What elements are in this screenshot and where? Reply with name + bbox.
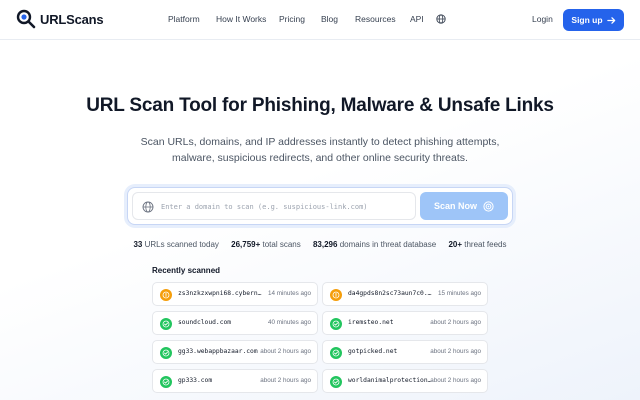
domain-input-wrapper (132, 192, 416, 220)
stat-total-scans: 26,759+ total scans (231, 240, 301, 249)
recent-scan-item[interactable]: gp333.com about 2 hours ago (152, 369, 318, 393)
scan-time: about 2 hours ago (260, 348, 311, 355)
scan-time: about 2 hours ago (260, 377, 311, 384)
safe-check-icon (330, 376, 342, 388)
recent-scan-item[interactable]: zs3nzkzxwpni68.cybernov... 14 minutes ago (152, 282, 318, 306)
stats-bar: 33 URLs scanned today 26,759+ total scan… (0, 240, 640, 249)
recent-scan-item[interactable]: gg33.webappbazaar.com about 2 hours ago (152, 340, 318, 364)
signup-label: Sign up (571, 15, 603, 25)
nav-item-resources[interactable]: Resources (355, 14, 396, 24)
page-title: URL Scan Tool for Phishing, Malware & Un… (86, 95, 554, 116)
recent-scans-heading: Recently scanned (152, 266, 221, 275)
arrow-right-icon (606, 16, 615, 24)
safe-check-icon (160, 347, 172, 359)
page-subtitle: Scan URLs, domains, and IP addresses ins… (140, 136, 500, 164)
scan-time: 15 minutes ago (437, 290, 481, 297)
signup-button[interactable]: Sign up (563, 9, 624, 31)
scan-url: gotpicked.net (348, 348, 398, 355)
top-nav: URLScans Platform How It Works Pricing B… (0, 0, 640, 40)
magnifier-logo-icon (16, 9, 36, 29)
scan-url: zs3nzkzxwpni68.cybernov... (178, 290, 262, 297)
scan-url: worldanimalprotection... (348, 377, 432, 384)
globe-icon[interactable] (436, 14, 446, 24)
stat-threat-feeds: 20+ threat feeds (448, 240, 507, 249)
scan-now-label: Scan Now (433, 201, 477, 211)
nav-item-platform[interactable]: Platform (168, 14, 200, 24)
scan-time: about 2 hours ago (430, 377, 481, 384)
scan-time: about 2 hours ago (430, 319, 481, 326)
nav-item-pricing[interactable]: Pricing (279, 14, 305, 24)
scan-time: 14 minutes ago (267, 290, 311, 297)
scan-time: about 2 hours ago (430, 348, 481, 355)
globe-icon (142, 201, 154, 213)
scan-time: 40 minutes ago (267, 319, 311, 326)
nav-item-blog[interactable]: Blog (321, 14, 338, 24)
scan-url: da4gpds8n2sc73aun7c0.cy... (348, 290, 432, 297)
target-icon (483, 200, 494, 212)
safe-check-icon (330, 318, 342, 330)
nav-item-api[interactable]: API (410, 14, 424, 24)
recent-scan-item[interactable]: gotpicked.net about 2 hours ago (322, 340, 488, 364)
safe-check-icon (330, 347, 342, 359)
scan-form: Scan Now (127, 187, 513, 225)
safe-check-icon (160, 318, 172, 330)
warning-icon (160, 289, 172, 301)
scan-url: soundcloud.com (178, 319, 232, 326)
stat-threat-database: 83,296 domains in threat database (312, 240, 437, 249)
stat-scanned-today: 33 URLs scanned today (133, 240, 219, 249)
recent-scan-item[interactable]: soundcloud.com 40 minutes ago (152, 311, 318, 335)
scan-url: gg33.webappbazaar.com (178, 348, 258, 355)
scan-now-button[interactable]: Scan Now (420, 192, 508, 220)
nav-item-how-it-works[interactable]: How It Works (216, 14, 266, 24)
recent-scan-item[interactable]: da4gpds8n2sc73aun7c0.cy... 15 minutes ago (322, 282, 488, 306)
scan-url: gp333.com (178, 377, 213, 384)
safe-check-icon (160, 376, 172, 388)
domain-input[interactable] (161, 198, 411, 216)
logo[interactable]: URLScans (16, 9, 104, 29)
recent-scan-item[interactable]: worldanimalprotection... about 2 hours ag… (322, 369, 488, 393)
login-link[interactable]: Login (532, 14, 553, 24)
recent-scan-item[interactable]: iremsteo.net about 2 hours ago (322, 311, 488, 335)
brand-name: URLScans (40, 11, 104, 27)
scan-url: iremsteo.net (348, 319, 394, 326)
warning-icon (330, 289, 342, 301)
